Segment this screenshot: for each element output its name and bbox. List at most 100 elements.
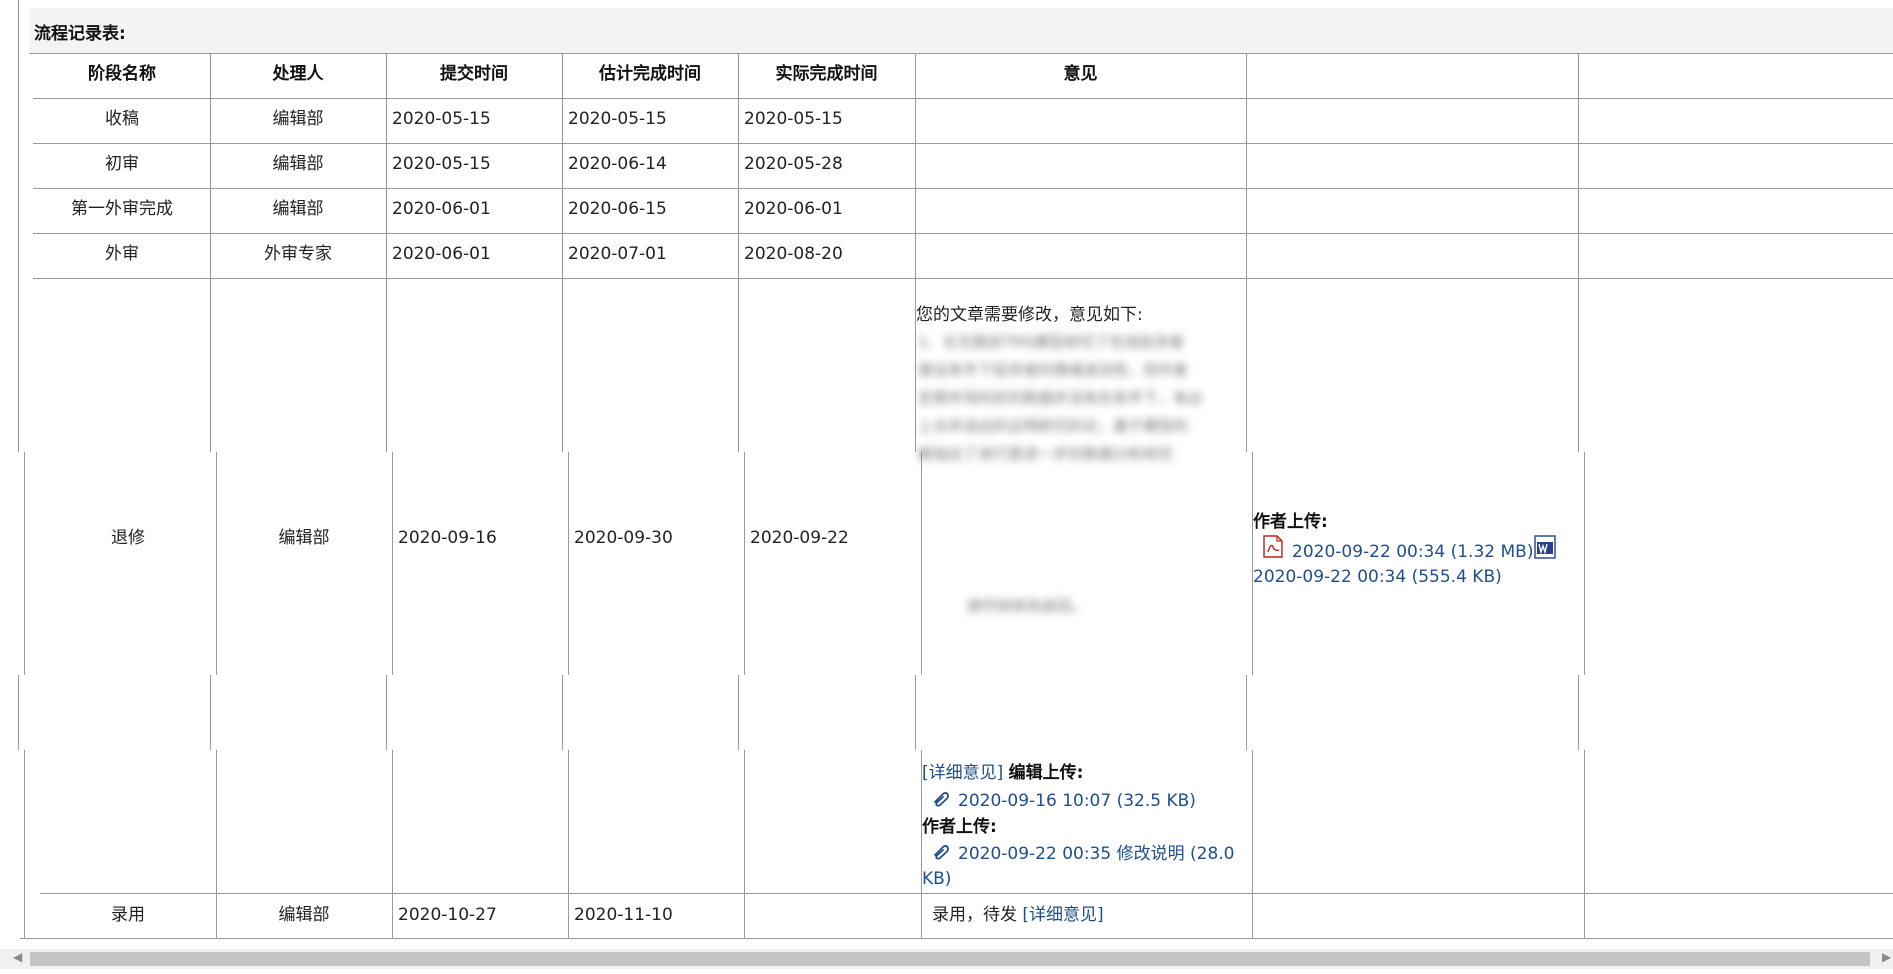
detail-opinion-link[interactable]: [详细意见] xyxy=(1022,905,1103,925)
row-stage: 录用 xyxy=(111,905,145,925)
row-divider xyxy=(33,278,1893,279)
row-handler: 编辑部 xyxy=(272,199,324,219)
col-divider xyxy=(1584,452,1585,675)
header-stage: 阶段名称 xyxy=(88,64,156,84)
caption-bar xyxy=(29,8,1893,54)
revise-opinion-redacted: 1、论文题目TMS模型研究了在线投资者 建设条件下投资者的情绪波动性，但作者 定… xyxy=(918,328,1248,468)
accept-opinion: 录用，待发 [详细意见] xyxy=(932,904,1104,926)
col-divider xyxy=(1578,675,1579,750)
row-handler: 编辑部 xyxy=(278,528,330,548)
redacted-line: 定期市场利好的数据并没有在条件下，有必 xyxy=(918,389,1204,407)
row-handler: 编辑部 xyxy=(278,905,330,925)
col-divider xyxy=(1252,750,1253,938)
col-divider xyxy=(915,675,916,750)
header-actual-time: 实际完成时间 xyxy=(775,64,878,84)
col-divider xyxy=(392,452,393,675)
editor-upload-label: 编辑上传: xyxy=(1008,763,1084,783)
row-submit: 2020-05-15 xyxy=(392,109,491,129)
row-actual: 2020-08-20 xyxy=(744,244,843,264)
row-estimate: 2020-09-30 xyxy=(574,528,673,548)
col-divider xyxy=(18,0,19,452)
row-stage: 收稿 xyxy=(105,109,139,129)
col-divider xyxy=(216,452,217,675)
row-estimate: 2020-07-01 xyxy=(568,244,667,264)
col-divider xyxy=(386,53,387,452)
row-divider xyxy=(40,893,1893,894)
col-divider xyxy=(921,452,922,675)
redacted-line: 上合并选出的证明研究的论，基于模型的 xyxy=(918,417,1189,435)
col-divider xyxy=(210,675,211,750)
row-actual: 2020-05-28 xyxy=(744,154,843,174)
col-divider xyxy=(1252,452,1253,675)
row-stage: 外审 xyxy=(105,244,139,264)
row-stage: 第一外审完成 xyxy=(71,199,173,219)
row-divider xyxy=(20,938,1893,939)
revise-opinion-redacted-tail: 请尽快修改返回。 xyxy=(966,597,1087,615)
header-handler: 处理人 xyxy=(272,64,324,84)
col-divider xyxy=(568,750,569,938)
header-opinion: 意见 xyxy=(1063,64,1098,84)
header-submit-time: 提交时间 xyxy=(440,64,508,84)
row-estimate: 2020-06-14 xyxy=(568,154,667,174)
table-caption: 流程记录表: xyxy=(34,24,126,44)
header-estimate-time: 估计完成时间 xyxy=(599,64,701,84)
row-submit: 2020-10-27 xyxy=(398,905,497,925)
row-divider xyxy=(33,188,1893,189)
row-handler: 编辑部 xyxy=(272,109,324,129)
revise-upload-line: [详细意见] 编辑上传: xyxy=(922,762,1083,784)
redacted-line: 都指出了进行更进一步的数据分析研究 xyxy=(918,445,1174,463)
row-submit: 2020-09-16 xyxy=(398,528,497,548)
accept-opinion-text: 录用，待发 xyxy=(932,905,1017,925)
col-divider xyxy=(1246,675,1247,750)
row-actual: 2020-06-01 xyxy=(744,199,843,219)
detail-opinion-link[interactable]: [详细意见] xyxy=(922,763,1003,783)
row-estimate: 2020-05-15 xyxy=(568,109,667,129)
editor-file-link[interactable]: 2020-09-16 10:07 (32.5 KB) xyxy=(958,790,1196,812)
pdf-icon[interactable] xyxy=(1263,535,1283,558)
author-upload-label: 作者上传: xyxy=(1253,512,1328,532)
redacted-line: 建设条件下投资者的情绪波动性，但作者 xyxy=(918,361,1189,379)
col-divider xyxy=(24,750,25,938)
col-divider xyxy=(915,53,916,452)
author-file-link-cont[interactable]: KB) xyxy=(922,868,951,890)
row-submit: 2020-05-15 xyxy=(392,154,491,174)
col-divider xyxy=(392,750,393,938)
col-divider xyxy=(744,452,745,675)
row-handler: 外审专家 xyxy=(264,244,332,264)
col-divider xyxy=(1584,750,1585,938)
row-submit: 2020-06-01 xyxy=(392,244,491,264)
col-divider xyxy=(568,452,569,675)
col-divider xyxy=(386,675,387,750)
col-divider xyxy=(738,675,739,750)
col-divider xyxy=(18,675,19,750)
paperclip-icon xyxy=(934,792,949,807)
scroll-left-arrow-icon[interactable]: ◀ xyxy=(13,950,22,964)
redacted-line: 1、论文题目TMS模型研究了在线投资者 xyxy=(918,333,1185,351)
row-divider xyxy=(33,98,1893,99)
scrollbar-thumb[interactable] xyxy=(30,952,1870,966)
col-divider xyxy=(562,53,563,452)
row-divider xyxy=(33,143,1893,144)
author-file-link[interactable]: 2020-09-22 00:35 修改说明 (28.0 xyxy=(958,843,1234,865)
row-estimate: 2020-11-10 xyxy=(574,905,673,925)
col-divider xyxy=(24,452,25,675)
row-handler: 编辑部 xyxy=(272,154,324,174)
author-upload-label: 作者上传: xyxy=(922,817,997,837)
row-stage: 初审 xyxy=(105,154,139,174)
row-divider xyxy=(33,233,1893,234)
row-submit: 2020-06-01 xyxy=(392,199,491,219)
paperclip-icon xyxy=(934,845,949,860)
author-file-link[interactable]: 2020-09-22 00:34 (555.4 KB) xyxy=(1253,566,1502,588)
author-file-link[interactable]: 2020-09-22 00:34 (1.32 MB) xyxy=(1292,541,1533,563)
scroll-right-arrow-icon[interactable]: ▶ xyxy=(1882,950,1891,964)
col-divider xyxy=(744,750,745,938)
row-actual: 2020-09-22 xyxy=(750,528,849,548)
row-estimate: 2020-06-15 xyxy=(568,199,667,219)
revise-opinion-intro: 您的文章需要修改，意见如下: xyxy=(916,305,1143,325)
col-divider xyxy=(738,53,739,452)
row-stage: 退修 xyxy=(111,528,145,548)
col-divider xyxy=(1578,53,1579,452)
col-divider xyxy=(562,675,563,750)
word-icon[interactable] xyxy=(1534,535,1556,559)
row-actual: 2020-05-15 xyxy=(744,109,843,129)
